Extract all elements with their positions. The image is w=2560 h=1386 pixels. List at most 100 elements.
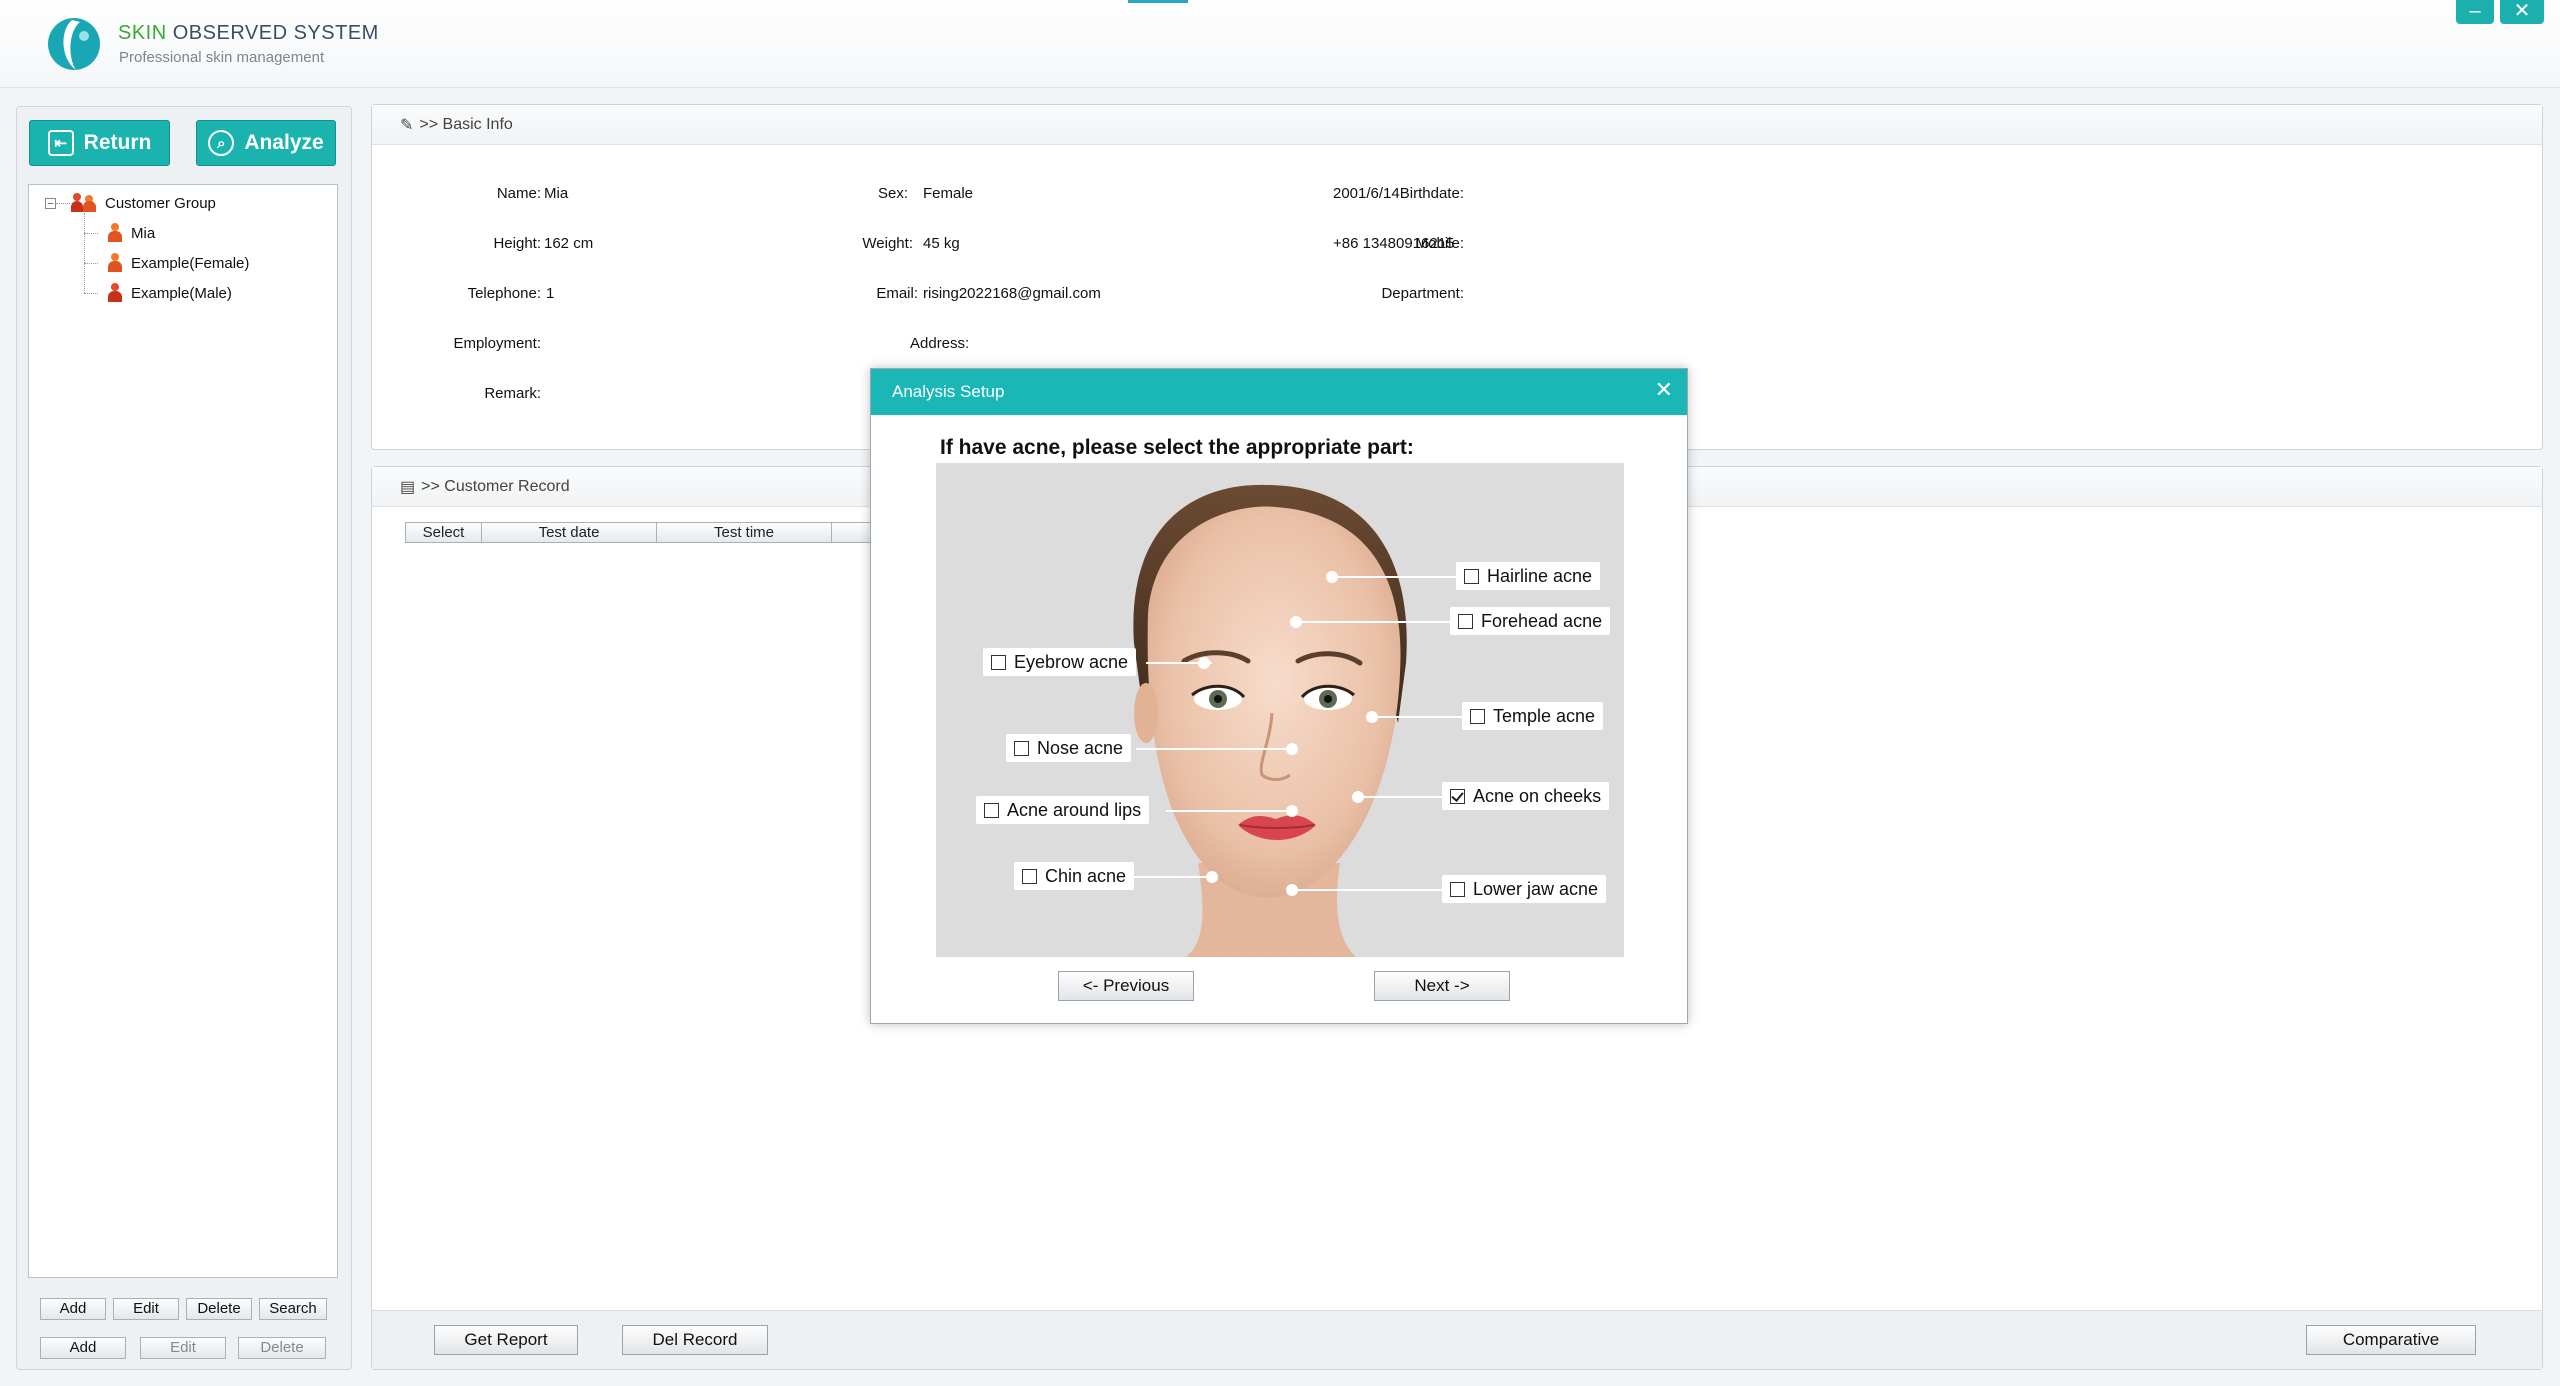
remark-label: Remark: [484, 385, 541, 402]
forehead-point [1290, 616, 1302, 628]
delete-customer-button[interactable]: Delete [238, 1337, 326, 1359]
lips-connector [1166, 810, 1292, 812]
option-eyebrow-acne[interactable]: Eyebrow acne [983, 648, 1137, 676]
delete-group-button[interactable]: Delete [186, 1298, 252, 1320]
hairline-point [1326, 571, 1338, 583]
person-icon [107, 223, 123, 243]
app-title: SKIN OBSERVED SYSTEM [118, 22, 379, 44]
customer-record-title: >> Customer Record [421, 477, 570, 495]
lower-jaw-connector [1292, 889, 1448, 891]
add-group-button[interactable]: Add [40, 1298, 106, 1320]
dialog-title: Analysis Setup [892, 382, 1005, 401]
eyebrow-label: Eyebrow acne [1014, 651, 1129, 672]
chin-label: Chin acne [1045, 865, 1127, 886]
hairline-label: Hairline acne [1487, 565, 1593, 586]
option-lower-jaw-acne[interactable]: Lower jaw acne [1442, 875, 1607, 903]
previous-button[interactable]: <- Previous [1058, 971, 1194, 1001]
department-label: Department: [1381, 285, 1464, 302]
tree-item-example-female[interactable]: Example(Female) [107, 253, 249, 273]
chin-point [1206, 871, 1218, 883]
basic-info-title: >> Basic Info [419, 115, 513, 133]
nose-checkbox[interactable] [1014, 740, 1029, 756]
hairline-connector [1332, 576, 1458, 578]
analyze-button[interactable]: ⌕ Analyze [196, 120, 336, 166]
option-hairline-acne[interactable]: Hairline acne [1456, 562, 1601, 590]
height-value: 162 cm [544, 235, 594, 252]
option-chin-acne[interactable]: Chin acne [1014, 862, 1135, 890]
temple-checkbox[interactable] [1470, 708, 1485, 724]
email-value: rising2022168@gmail.com [923, 285, 1101, 302]
edit-customer-button[interactable]: Edit [140, 1337, 226, 1359]
temple-point [1366, 711, 1378, 723]
document-icon: ▤ [400, 478, 416, 496]
chin-checkbox[interactable] [1022, 868, 1037, 884]
search-button[interactable]: Search [259, 1298, 327, 1320]
option-acne-on-cheeks[interactable]: Acne on cheeks [1442, 782, 1610, 810]
lips-label: Acne around lips [1007, 799, 1142, 820]
return-icon: ⇤ [47, 130, 74, 156]
app-subtitle: Professional skin management [119, 49, 325, 66]
tree-item-mia[interactable]: Mia [107, 223, 155, 243]
cheeks-checkbox-checked[interactable] [1450, 788, 1465, 804]
return-label: Return [83, 131, 152, 154]
temple-label: Temple acne [1493, 705, 1596, 726]
column-test-date[interactable]: Test date [481, 522, 657, 543]
title-bar [0, 0, 2560, 88]
get-report-button[interactable]: Get Report [434, 1325, 578, 1355]
minimize-button[interactable]: – [2456, 0, 2494, 24]
tree-connector [84, 233, 98, 234]
weight-label: Weight: [862, 235, 913, 252]
telephone-value: 1 [546, 285, 555, 302]
cheeks-point [1352, 791, 1364, 803]
person-icon [107, 253, 123, 273]
forehead-checkbox[interactable] [1458, 613, 1473, 629]
person-icon [107, 283, 123, 303]
lower-jaw-label: Lower jaw acne [1473, 878, 1599, 899]
lower-jaw-checkbox[interactable] [1450, 881, 1465, 897]
close-window-button[interactable]: ✕ [2500, 0, 2544, 24]
tree-item-example-male[interactable]: Example(Male) [107, 283, 232, 303]
add-customer-button[interactable]: Add [40, 1337, 126, 1359]
next-button[interactable]: Next -> [1374, 971, 1510, 1001]
tree-item-label: Example(Male) [131, 284, 232, 302]
lips-checkbox[interactable] [984, 802, 999, 818]
face-diagram: Hairline acne Forehead acne Eyebrow acne… [936, 463, 1624, 957]
option-nose-acne[interactable]: Nose acne [1006, 734, 1132, 762]
sex-label: Sex: [877, 185, 908, 202]
lower-jaw-point [1286, 884, 1298, 896]
option-forehead-acne[interactable]: Forehead acne [1450, 607, 1611, 635]
dialog-header: Analysis Setup [871, 369, 1687, 415]
height-label: Height: [493, 235, 541, 252]
tree-connector [84, 213, 85, 293]
hairline-checkbox[interactable] [1464, 568, 1479, 584]
del-record-button[interactable]: Del Record [622, 1325, 768, 1355]
tree-item-label: Mia [131, 224, 156, 242]
analysis-setup-dialog: Analysis Setup ✕ If have acne, please se… [870, 368, 1688, 1024]
mobile-value: +86 13480916215 [1333, 235, 1455, 252]
name-label: Name: [496, 185, 541, 202]
birthdate-value: 2001/6/14 [1333, 185, 1400, 202]
app-logo-icon [46, 14, 106, 74]
address-label: Address: [910, 335, 970, 352]
tree-connector [84, 293, 98, 294]
customer-tree: – Customer Group Mia Example(Female) Exa… [28, 184, 338, 1278]
dialog-prompt: If have acne, please select the appropri… [940, 436, 1414, 459]
eyebrow-checkbox[interactable] [991, 654, 1006, 670]
nose-connector [1136, 748, 1292, 750]
cheeks-connector [1358, 796, 1448, 798]
tree-connector [84, 263, 98, 264]
magnifier-icon: ⌕ [208, 130, 235, 156]
column-select[interactable]: Select [405, 522, 482, 543]
analyze-label: Analyze [244, 131, 324, 154]
basic-info-header: ✎ >> Basic Info [372, 105, 2542, 145]
dialog-close-icon[interactable]: ✕ [1655, 378, 1673, 402]
collapse-toggle-icon[interactable]: – [45, 198, 56, 209]
return-button[interactable]: ⇤ Return [29, 120, 170, 166]
edit-group-button[interactable]: Edit [113, 1298, 179, 1320]
option-acne-around-lips[interactable]: Acne around lips [976, 796, 1150, 824]
option-temple-acne[interactable]: Temple acne [1462, 702, 1604, 730]
tree-root-customer-group[interactable]: Customer Group [71, 193, 216, 213]
comparative-button[interactable]: Comparative [2306, 1325, 2476, 1355]
column-test-time[interactable]: Test time [656, 522, 832, 543]
email-label: Email: [876, 285, 918, 302]
